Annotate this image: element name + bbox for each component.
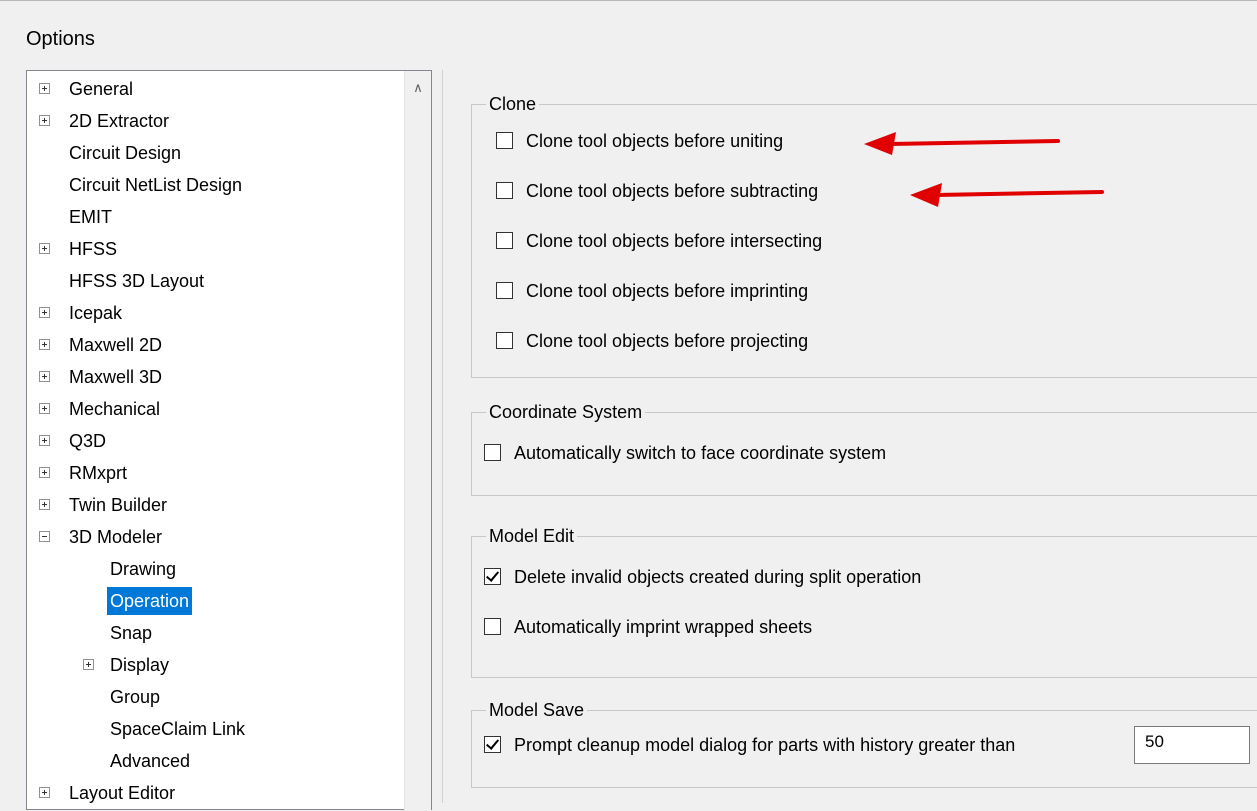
tree-item-label: 2D Extractor [69,111,170,131]
tree-item-label: Icepak [69,303,123,323]
checkbox[interactable] [496,182,513,199]
model-edit-group: Model Edit Delete invalid objects create… [471,524,1257,678]
expand-icon[interactable] [83,659,94,670]
tree-item[interactable]: RMxprt [27,458,397,488]
tree-item[interactable]: EMIT [27,202,397,232]
tree-item[interactable]: Drawing [27,554,397,584]
tree-item-label: EMIT [69,207,112,227]
tree-item-label: Twin Builder [69,495,168,515]
chevron-up-icon[interactable]: ∧ [405,71,431,105]
expand-icon[interactable] [39,499,50,510]
expand-icon[interactable] [39,339,50,350]
expand-icon[interactable] [39,115,50,126]
tree-item-label: SpaceClaim Link [110,719,246,739]
tree-item-label: Q3D [69,431,107,451]
tree-item[interactable]: Advanced [27,746,397,776]
tree-item-label: RMxprt [69,463,127,483]
expand-icon[interactable] [39,307,50,318]
tree-item-label: Snap [110,623,153,643]
checkbox[interactable] [484,618,501,635]
collapse-icon[interactable] [39,531,50,542]
options-content: Clone Clone tool objects before uniting C… [442,70,1257,803]
tree-item-label: Group [110,687,161,707]
tree-item[interactable]: Icepak [27,298,397,328]
tree-item[interactable]: Operation [27,586,397,616]
checkbox[interactable] [484,736,501,753]
checkbox-label: Prompt cleanup model dialog for parts wi… [514,735,1016,755]
checkbox-label: Clone tool objects before subtracting [526,181,819,201]
window-title: Options [26,28,95,50]
model-save-group: Model Save Prompt cleanup model dialog f… [471,698,1257,788]
tree-item[interactable]: Layout Editor [27,778,397,808]
tree-scrollbar[interactable]: ∧ [404,71,431,811]
tree-item[interactable]: Maxwell 3D [27,362,397,392]
expand-icon[interactable] [39,435,50,446]
tree-item[interactable]: 2D Extractor [27,106,397,136]
annotation-arrow-2 [910,183,1104,207]
checkbox-label: Clone tool objects before imprinting [526,281,809,301]
expand-icon[interactable] [39,467,50,478]
tree-item-label: Circuit NetList Design [69,175,243,195]
tree-item[interactable]: General [27,74,397,104]
tree-item[interactable]: Circuit Design [27,138,397,168]
checkbox[interactable] [484,444,501,461]
tree-item-label: Maxwell 2D [69,335,163,355]
checkbox[interactable] [496,232,513,249]
model-edit-group-title: Model Edit [486,524,578,548]
checkbox-label: Clone tool objects before intersecting [526,231,823,251]
checkbox-label: Automatically switch to face coordinate … [514,443,887,463]
window-top-border [0,0,1257,9]
checkbox[interactable] [496,132,513,149]
history-threshold-input[interactable]: 50 [1134,726,1250,764]
checkbox-label: Delete invalid objects created during sp… [514,567,922,587]
tree-item[interactable]: Display [27,650,397,680]
tree-item[interactable]: Twin Builder [27,490,397,520]
checkbox-label: Clone tool objects before uniting [526,131,784,151]
expand-icon[interactable] [39,371,50,382]
model-save-group-title: Model Save [486,698,588,722]
tree-item-label: 3D Modeler [69,527,163,547]
annotation-arrow-1 [864,132,1060,155]
checkbox[interactable] [496,332,513,349]
tree-item[interactable]: Snap [27,618,397,648]
expand-icon[interactable] [39,403,50,414]
checkbox[interactable] [484,568,501,585]
tree-item-label: Layout Editor [69,783,176,803]
tree-item-label: HFSS [69,239,118,259]
tree-item[interactable]: HFSS [27,234,397,264]
tree-item-label: Maxwell 3D [69,367,163,387]
tree-item[interactable]: Group [27,682,397,712]
tree-item-label: Circuit Design [69,143,182,163]
tree-item-label: Mechanical [69,399,161,419]
tree-item[interactable]: Circuit NetList Design [27,170,397,200]
tree-item[interactable]: SpaceClaim Link [27,714,397,744]
tree-item-label: General [69,79,134,99]
tree-item[interactable]: HFSS 3D Layout [27,266,397,296]
tree-item[interactable]: Maxwell 2D [27,330,397,360]
expand-icon[interactable] [39,243,50,254]
tree-item-label: HFSS 3D Layout [69,271,205,291]
expand-icon[interactable] [39,83,50,94]
tree-item-label: Operation [107,587,193,615]
checkbox[interactable] [496,282,513,299]
checkbox-label: Clone tool objects before projecting [526,331,809,351]
tree-item[interactable]: Mechanical [27,394,397,424]
tree-item-label: Display [110,655,170,675]
expand-icon[interactable] [39,787,50,798]
coordinate-system-group: Coordinate System Automatically switch t… [471,400,1257,496]
checkbox-label: Automatically imprint wrapped sheets [514,617,813,637]
clone-group-title: Clone [486,92,540,116]
coordinate-system-group-title: Coordinate System [486,400,646,424]
options-tree[interactable]: General 2D Extractor Circuit Design Circuit… [26,70,432,811]
tree-item-label: Advanced [110,751,191,771]
tree-item-label: Drawing [110,559,177,579]
tree-item[interactable]: Q3D [27,426,397,456]
tree-item[interactable]: 3D Modeler [27,522,397,552]
